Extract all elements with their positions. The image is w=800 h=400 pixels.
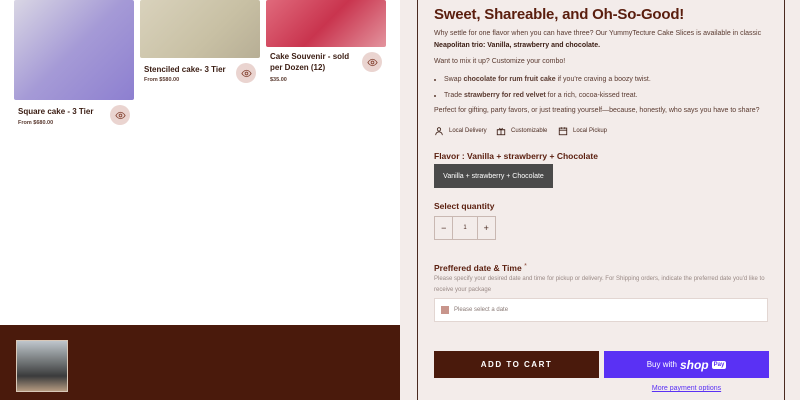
product-name[interactable]: Stenciled cake- 3 Tier	[144, 64, 226, 75]
shop-logo: shop	[679, 357, 709, 372]
mix-text: Want to mix it up? Customize your combo!	[434, 58, 566, 65]
intro-text-plain: Why settle for one flavor when you can h…	[434, 30, 762, 37]
combo-list: Swap chocolate for rum fruit cake if you…	[434, 72, 774, 104]
feature-label: Local Delivery	[449, 128, 487, 134]
date-input[interactable]: Please select a date	[434, 298, 768, 322]
product-image[interactable]	[140, 0, 260, 58]
product-image[interactable]	[14, 0, 134, 100]
plus-button[interactable]: +	[478, 217, 495, 239]
combo-item: Trade strawberry for red velvet for a ri…	[444, 88, 774, 104]
person-icon	[435, 127, 443, 136]
flavor-label: Flavor : Vanilla + strawberry + Chocolat…	[434, 151, 598, 161]
date-help-text: Please specify your desired date and tim…	[434, 276, 765, 293]
required-marker: *	[524, 263, 527, 270]
product-card-stenciled[interactable]: Stenciled cake- 3 Tier From $580.00	[140, 0, 260, 83]
quantity-label: Select quantity	[434, 201, 495, 211]
divider	[400, 0, 417, 400]
gift-box-icon	[496, 127, 506, 136]
product-title: Sweet, Shareable, and Oh-So-Good!	[434, 6, 685, 23]
product-price: $35.00	[270, 77, 287, 83]
feature-label: Local Pickup	[573, 128, 608, 134]
flavor-option-button[interactable]: Vanilla + strawberry + Chocolate	[434, 164, 553, 188]
calendar-icon	[441, 306, 449, 314]
feature-label: Customizable	[511, 128, 548, 134]
product-price: From $580.00	[144, 77, 180, 83]
more-payment-options-link[interactable]: More payment options	[604, 385, 769, 392]
product-detail-panel: Sweet, Shareable, and Oh-So-Good! Why se…	[417, 0, 785, 400]
date-label-text: Preffered date & Time	[434, 263, 522, 273]
date-placeholder: Please select a date	[454, 307, 509, 313]
feature-customizable: Customizable	[496, 126, 547, 136]
intro-text-bold: Neapolitan trio: Vanilla, strawberry and…	[434, 42, 601, 49]
product-name[interactable]: Cake Souvenir - sold per Dozen (12)	[270, 51, 350, 73]
quantity-value[interactable]: 1	[452, 217, 478, 239]
quantity-stepper: − 1 +	[434, 216, 496, 240]
feature-local-delivery: Local Delivery	[434, 126, 487, 136]
intro-text: Why settle for one flavor when you can h…	[434, 28, 774, 52]
shop-pay-button[interactable]: Buy with shop Pay	[604, 351, 769, 378]
product-name[interactable]: Square cake - 3 Tier	[18, 106, 93, 117]
perfect-text: Perfect for gifting, party favors, or ju…	[434, 107, 760, 114]
quick-view-icon[interactable]	[362, 52, 382, 72]
product-card-square[interactable]: Square cake - 3 Tier From $680.00	[14, 0, 134, 126]
add-to-cart-button[interactable]: ADD TO CART	[434, 351, 599, 378]
storefront-thumbnail[interactable]	[16, 340, 68, 392]
feature-local-pickup: Local Pickup	[558, 126, 607, 136]
product-image[interactable]	[266, 0, 386, 47]
product-card-souvenir[interactable]: Cake Souvenir - sold per Dozen (12) $35.…	[266, 0, 386, 83]
product-price: From $680.00	[18, 120, 54, 126]
pay-badge: Pay	[711, 360, 727, 369]
minus-button[interactable]: −	[435, 217, 452, 239]
quick-view-icon[interactable]	[110, 105, 130, 125]
date-label: Preffered date & Time *	[434, 263, 527, 273]
buy-with-text: Buy with	[646, 360, 677, 369]
calendar-icon	[558, 127, 568, 136]
combo-item: Swap chocolate for rum fruit cake if you…	[444, 72, 774, 88]
quick-view-icon[interactable]	[236, 63, 256, 83]
